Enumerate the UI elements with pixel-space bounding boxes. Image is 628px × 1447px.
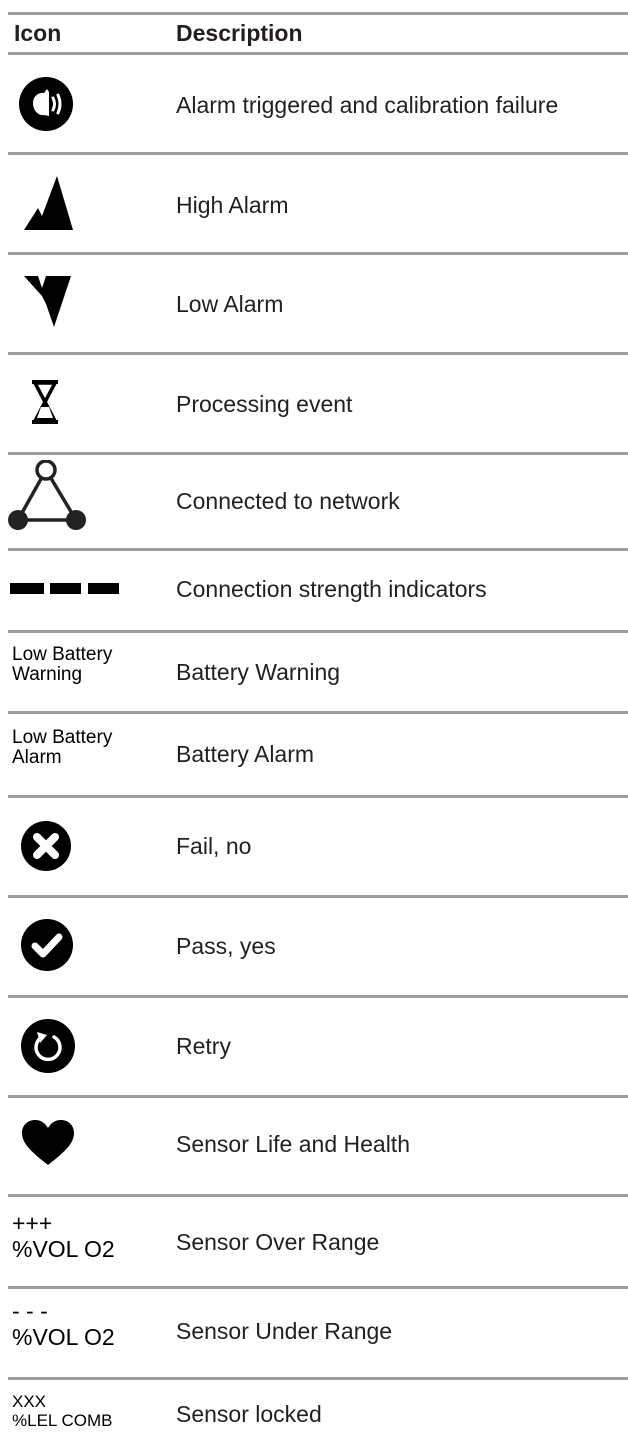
row-description: Retry [176, 1033, 231, 1059]
row-description: Sensor Under Range [176, 1318, 393, 1344]
row-description: Fail, no [176, 833, 252, 859]
row-description: High Alarm [176, 192, 289, 218]
icon-text: +++ %VOL O2 [12, 1210, 115, 1263]
icon-text-line: XXX [12, 1392, 47, 1411]
icon-text-line: %VOL O2 [12, 1324, 115, 1351]
row-description: Alarm triggered and calibration failure [176, 92, 559, 118]
table-top-rule [8, 12, 628, 15]
icon-text-line: Low Battery [12, 727, 113, 748]
icon-text: - - - %VOL O2 [12, 1298, 115, 1351]
icon-text-line: - - - [12, 1298, 48, 1324]
x-circle-icon [20, 820, 72, 872]
header-bottom-rule [8, 52, 628, 55]
row-divider [8, 895, 628, 898]
icon-text-line: +++ [12, 1210, 53, 1236]
row-divider [8, 1194, 628, 1197]
row-divider [8, 152, 628, 155]
retry-icon [20, 1018, 76, 1074]
row-divider [8, 352, 628, 355]
connection-dashes-icon [10, 583, 120, 595]
row-description: Connected to network [176, 488, 400, 514]
icon-column-header: Icon [14, 20, 62, 46]
row-divider [8, 630, 628, 633]
low-alarm-icon [24, 274, 72, 328]
alarm-speaker-icon [18, 76, 74, 132]
high-alarm-icon [24, 176, 74, 232]
icon-text-line: %LEL COMB [12, 1410, 113, 1430]
row-description: Battery Alarm [176, 741, 315, 767]
row-description: Connection strength indicators [176, 576, 487, 602]
row-divider [8, 452, 628, 455]
row-description: Processing event [176, 391, 353, 417]
check-circle-icon [20, 918, 74, 972]
heart-icon [20, 1118, 76, 1168]
icon-text-line: Warning [12, 663, 83, 685]
icon-text: XXX %LEL COMB [12, 1392, 113, 1430]
row-divider [8, 548, 628, 551]
row-description: Low Alarm [176, 291, 284, 317]
row-divider [8, 995, 628, 998]
row-divider [8, 1095, 628, 1098]
hourglass-icon [30, 380, 60, 424]
description-column-header: Description [176, 20, 303, 46]
icon-text: Low Battery Warning [12, 645, 112, 685]
row-description: Battery Warning [176, 659, 341, 685]
row-divider [8, 1377, 628, 1380]
row-divider [8, 711, 628, 714]
row-description: Sensor Over Range [176, 1229, 380, 1255]
network-triangle-icon [6, 460, 88, 534]
row-divider [8, 252, 628, 255]
row-description: Pass, yes [176, 933, 276, 959]
row-divider [8, 795, 628, 798]
row-description: Sensor Life and Health [176, 1131, 410, 1157]
icon-text-line: Alarm [12, 746, 62, 768]
icon-text: Low Battery Alarm [12, 728, 112, 768]
row-description: Sensor locked [176, 1401, 322, 1427]
icon-text-line: %VOL O2 [12, 1236, 115, 1263]
row-divider [8, 1286, 628, 1289]
icon-text-line: Low Battery [12, 644, 113, 665]
